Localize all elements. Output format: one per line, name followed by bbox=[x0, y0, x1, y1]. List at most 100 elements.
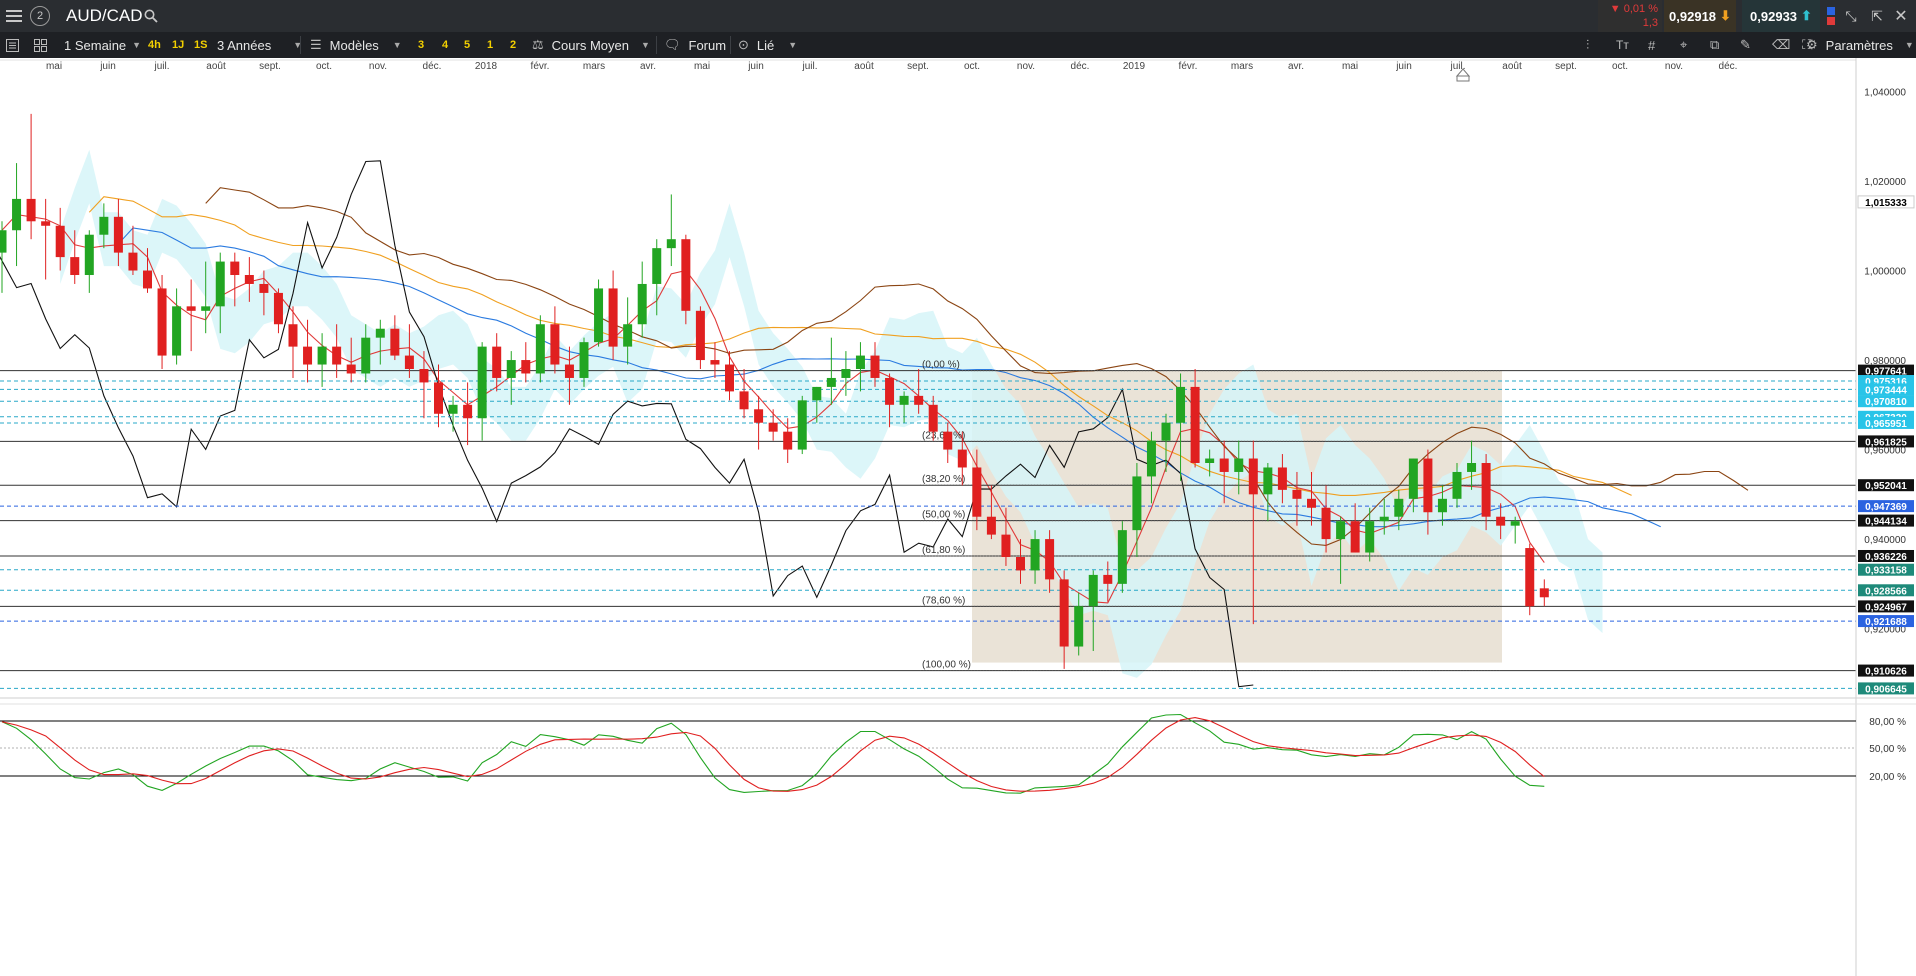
quick-period-4h[interactable]: 4h bbox=[148, 32, 161, 58]
candle-body bbox=[972, 467, 982, 517]
indicators-icon[interactable]: ⫶ bbox=[1586, 32, 1589, 58]
candle-body bbox=[725, 364, 734, 392]
forum-button[interactable]: 🗨 Forum bbox=[664, 32, 726, 58]
price-tag-label: 0,965951 bbox=[1865, 419, 1907, 430]
close-icon[interactable]: ✕ bbox=[1892, 7, 1910, 25]
quick-num-2[interactable]: 2 bbox=[510, 32, 516, 58]
price-tag-label: 0,921688 bbox=[1865, 617, 1907, 628]
candle-body bbox=[1452, 471, 1462, 499]
candle-body bbox=[681, 239, 691, 311]
candle-body bbox=[172, 306, 182, 356]
time-label: déc. bbox=[423, 61, 442, 72]
time-label: mai bbox=[694, 61, 710, 72]
settings-label: Paramètres bbox=[1825, 37, 1893, 53]
popout-icon[interactable]: ⇱ bbox=[1868, 7, 1886, 25]
templates-label: Modèles bbox=[329, 37, 379, 53]
grid-icon[interactable]: # bbox=[1648, 32, 1655, 58]
chevron-down-icon: ▼ bbox=[788, 40, 798, 50]
ask-price-button[interactable]: 0,92933 ⬆ bbox=[1742, 0, 1820, 32]
candle-body bbox=[1016, 557, 1025, 571]
window-number-badge[interactable]: 2 bbox=[30, 6, 50, 26]
windows-icon[interactable]: ⧉ bbox=[1710, 32, 1719, 58]
bid-arrow-icon: ⬇ bbox=[1720, 8, 1731, 23]
drawing-icon[interactable]: ✎ bbox=[1740, 32, 1751, 58]
minimize-icon[interactable]: ⤡ bbox=[1842, 7, 1860, 25]
hamburger-icon[interactable] bbox=[4, 6, 24, 26]
text-size-icon[interactable]: Tт bbox=[1616, 32, 1629, 58]
list-icon[interactable] bbox=[6, 32, 19, 58]
candle-body bbox=[550, 324, 560, 365]
time-label: 2018 bbox=[475, 61, 498, 72]
candle-body bbox=[303, 346, 313, 365]
quick-num-5[interactable]: 5 bbox=[464, 32, 470, 58]
time-label: sept. bbox=[1555, 61, 1577, 72]
time-label: juin bbox=[1395, 61, 1412, 72]
candle-body bbox=[1263, 467, 1273, 495]
candle-body bbox=[1219, 458, 1229, 472]
quick-num-3[interactable]: 3 bbox=[418, 32, 424, 58]
sync-color-icon[interactable] bbox=[1826, 2, 1836, 30]
time-label: juil. bbox=[153, 61, 169, 72]
price-tag-label: 1,015333 bbox=[1865, 198, 1907, 209]
price-axis-label: 1,000000 bbox=[1864, 267, 1906, 278]
candle-body bbox=[259, 283, 269, 293]
candle-body bbox=[870, 355, 880, 378]
candle-body bbox=[1248, 458, 1258, 495]
symbol-title[interactable]: AUD/CAD bbox=[66, 6, 143, 26]
search-icon[interactable] bbox=[142, 7, 160, 25]
time-label: mars bbox=[583, 61, 605, 72]
linked-select[interactable]: ⊙ Lié ▼ bbox=[738, 32, 797, 58]
candle-body bbox=[230, 261, 240, 276]
candle-body bbox=[1307, 498, 1316, 508]
change-absolute: 1,3 bbox=[1642, 17, 1658, 29]
bid-price-button[interactable]: 0,92918 ⬇ bbox=[1664, 0, 1736, 32]
templates-select[interactable]: ☰ Modèles ▼ bbox=[310, 32, 402, 58]
fibonacci-label: (78,60 %) bbox=[922, 595, 965, 606]
candle-body bbox=[361, 337, 371, 374]
period-select[interactable]: 1 Semaine ▼ bbox=[64, 32, 141, 58]
price-tag-label: 0,970810 bbox=[1865, 397, 1907, 408]
candle-body bbox=[506, 360, 516, 378]
candle-body bbox=[1379, 516, 1389, 522]
time-label: août bbox=[854, 61, 874, 72]
chart-toolbar: 1 Semaine ▼ 4h 1J 1S 3 Années ▼ ☰ Modèles ▼… bbox=[0, 32, 1916, 58]
range-select[interactable]: 3 Années ▼ bbox=[217, 32, 302, 58]
candle-body bbox=[332, 346, 342, 365]
time-label: août bbox=[1502, 61, 1522, 72]
time-label: avr. bbox=[1288, 61, 1304, 72]
quick-period-1j[interactable]: 1J bbox=[172, 32, 184, 58]
stochastic-level-label: 80,00 % bbox=[1869, 717, 1906, 728]
candle-body bbox=[288, 324, 298, 347]
ask-arrow-icon: ⬆ bbox=[1801, 8, 1812, 23]
time-label: juin bbox=[747, 61, 764, 72]
linked-label: Lié bbox=[756, 37, 775, 53]
erase-icon[interactable]: ⌫ bbox=[1772, 32, 1790, 58]
time-label: 2019 bbox=[1123, 61, 1146, 72]
candle-body bbox=[55, 225, 65, 258]
price-tag-label: 0,973444 bbox=[1865, 385, 1907, 396]
quick-period-1s[interactable]: 1S bbox=[194, 32, 207, 58]
candle-body bbox=[375, 328, 385, 338]
time-label: sept. bbox=[259, 61, 281, 72]
candle-body bbox=[1394, 498, 1404, 517]
quick-num-4[interactable]: 4 bbox=[442, 32, 448, 58]
time-label: avr. bbox=[640, 61, 656, 72]
candle-body bbox=[885, 377, 895, 405]
candle-body bbox=[1408, 458, 1418, 499]
chevron-down-icon: ▼ bbox=[640, 40, 650, 50]
layout-icon[interactable] bbox=[34, 32, 47, 58]
time-label: oct. bbox=[316, 61, 332, 72]
candle-body bbox=[1030, 539, 1040, 571]
settings-button[interactable]: ⚙ Paramètres ▼ bbox=[1804, 32, 1914, 58]
change-box: ▼ 0,01 % 1,3 bbox=[1598, 0, 1662, 32]
gear-icon: ⚙ bbox=[1806, 37, 1818, 52]
candle-body bbox=[244, 275, 254, 284]
price-chart[interactable]: (0,00 %)(23,60 %)(38,20 %)(50,00 %)(61,8… bbox=[0, 58, 1916, 976]
candle-body bbox=[564, 364, 574, 378]
crosshair-icon[interactable]: ⌖ bbox=[1680, 32, 1687, 58]
quick-num-1[interactable]: 1 bbox=[487, 32, 493, 58]
time-label: août bbox=[206, 61, 226, 72]
candle-body bbox=[1176, 386, 1186, 423]
candle-body bbox=[99, 216, 109, 235]
price-type-select[interactable]: ⚖ Cours Moyen ▼ bbox=[532, 32, 650, 58]
